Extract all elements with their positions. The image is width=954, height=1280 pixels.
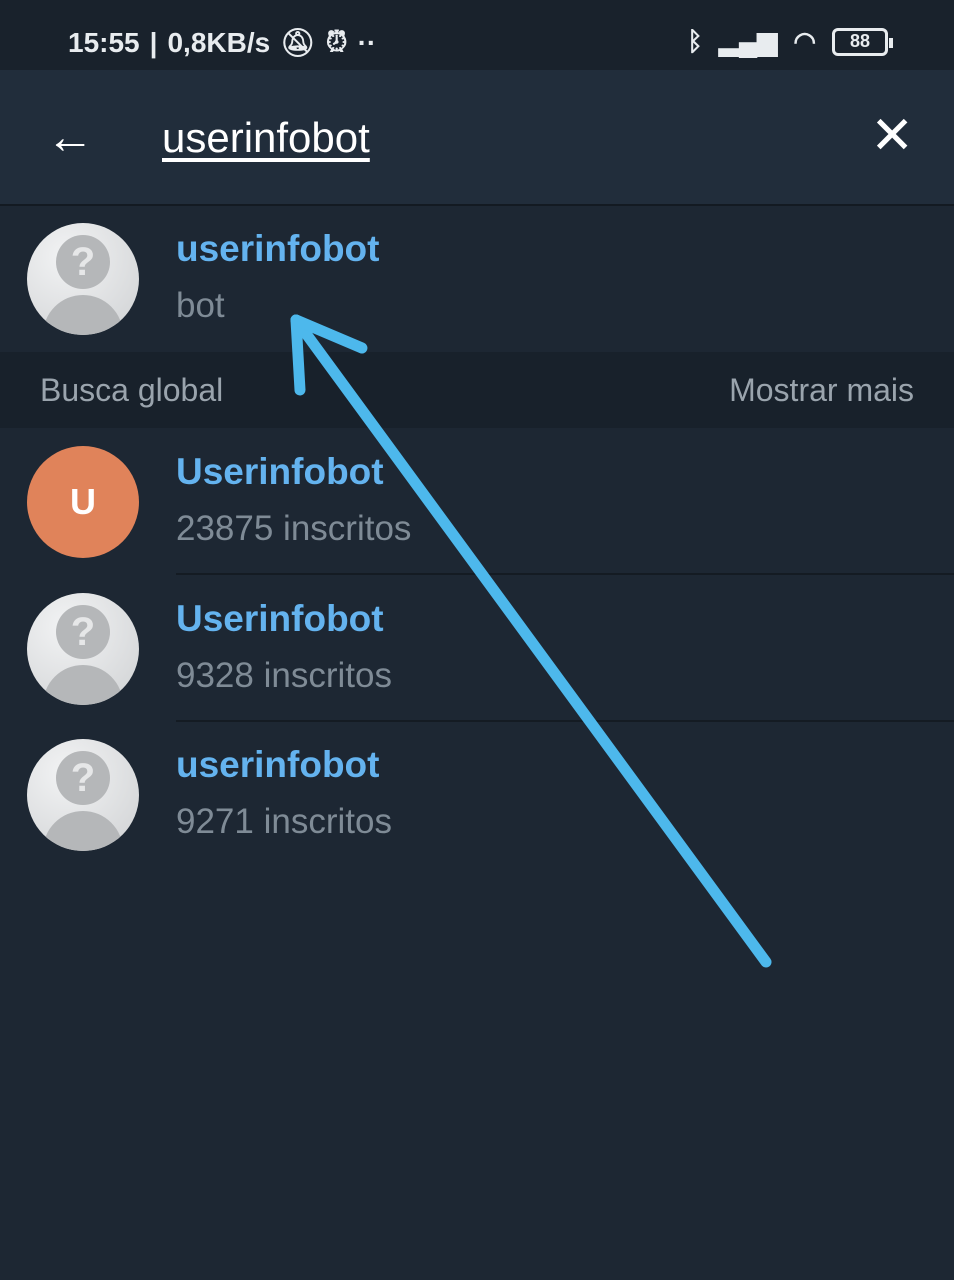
annotation-arrow-icon [290,314,772,968]
